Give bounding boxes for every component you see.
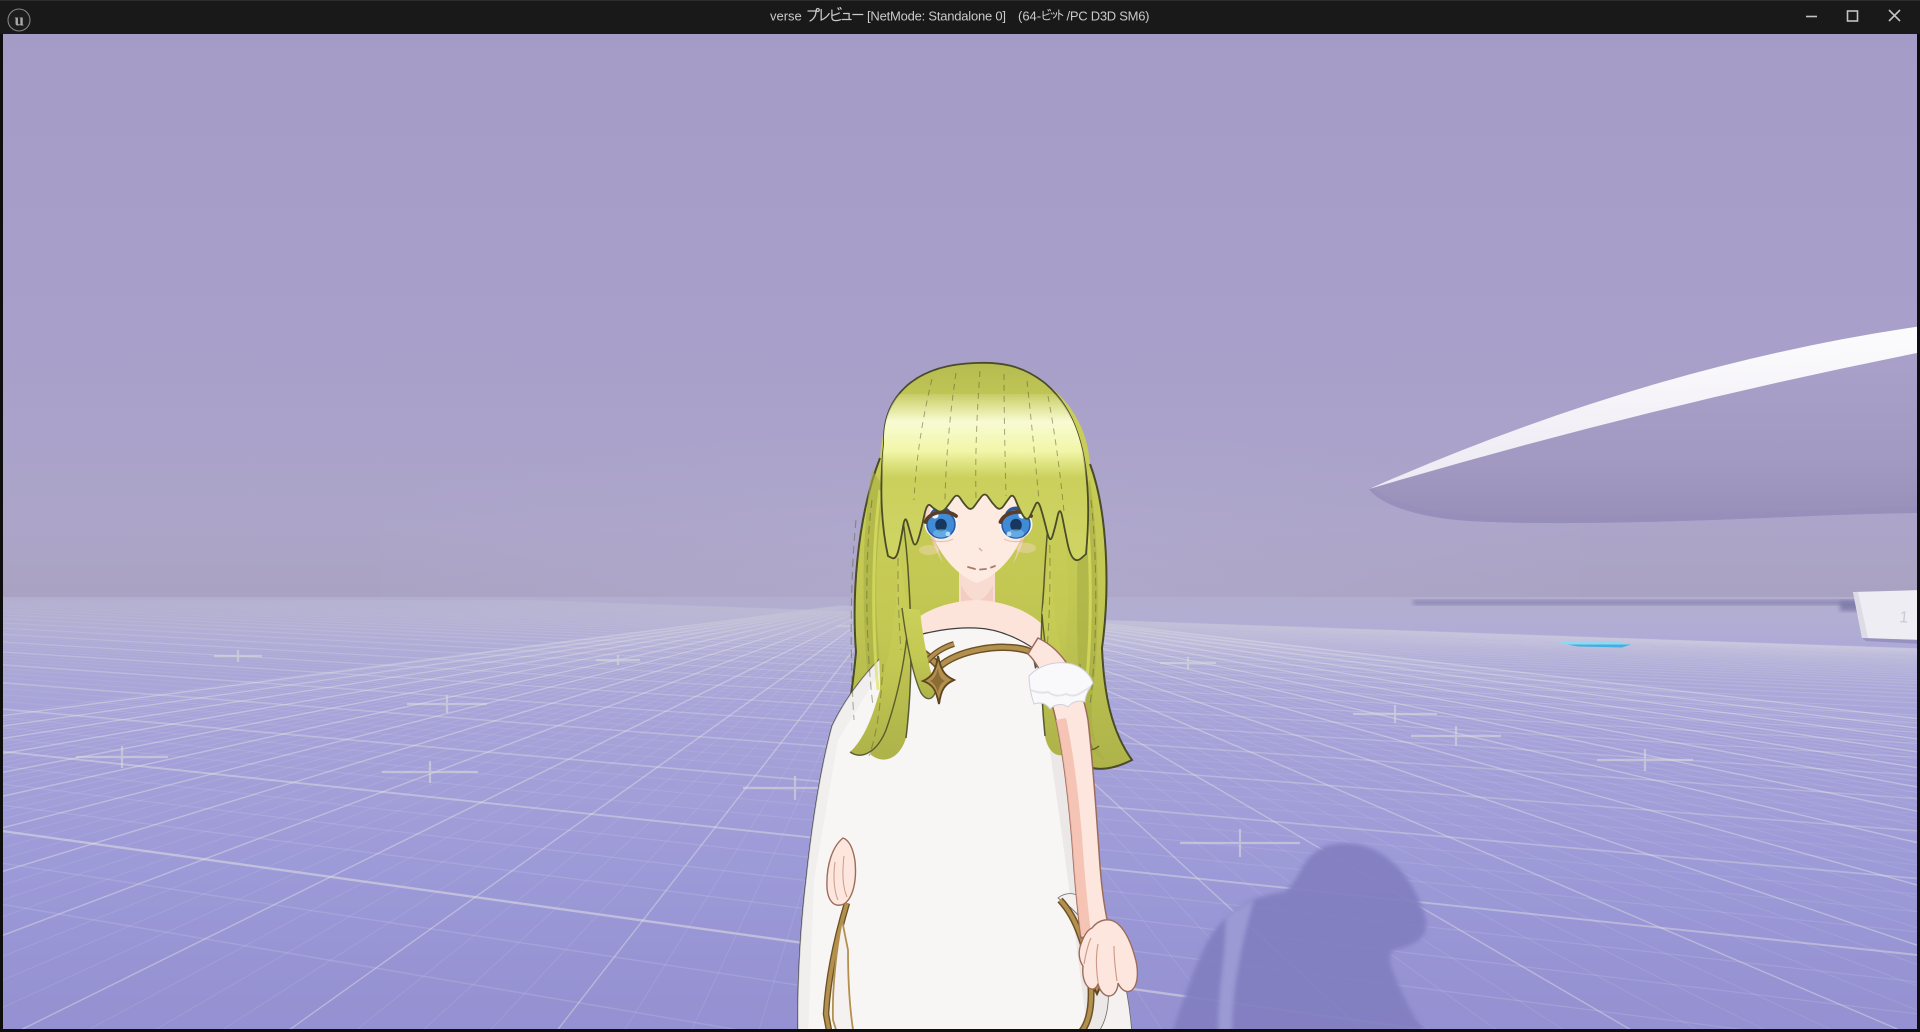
svg-text:verse: verse	[770, 9, 802, 24]
svg-text:/PC D3D SM6): /PC D3D SM6)	[1067, 9, 1150, 24]
svg-text:u: u	[14, 11, 23, 30]
svg-text:(64-: (64-	[1018, 9, 1041, 24]
svg-text:[NetMode: Standalone 0]: [NetMode: Standalone 0]	[867, 9, 1006, 24]
svg-text:1: 1	[1899, 609, 1909, 627]
